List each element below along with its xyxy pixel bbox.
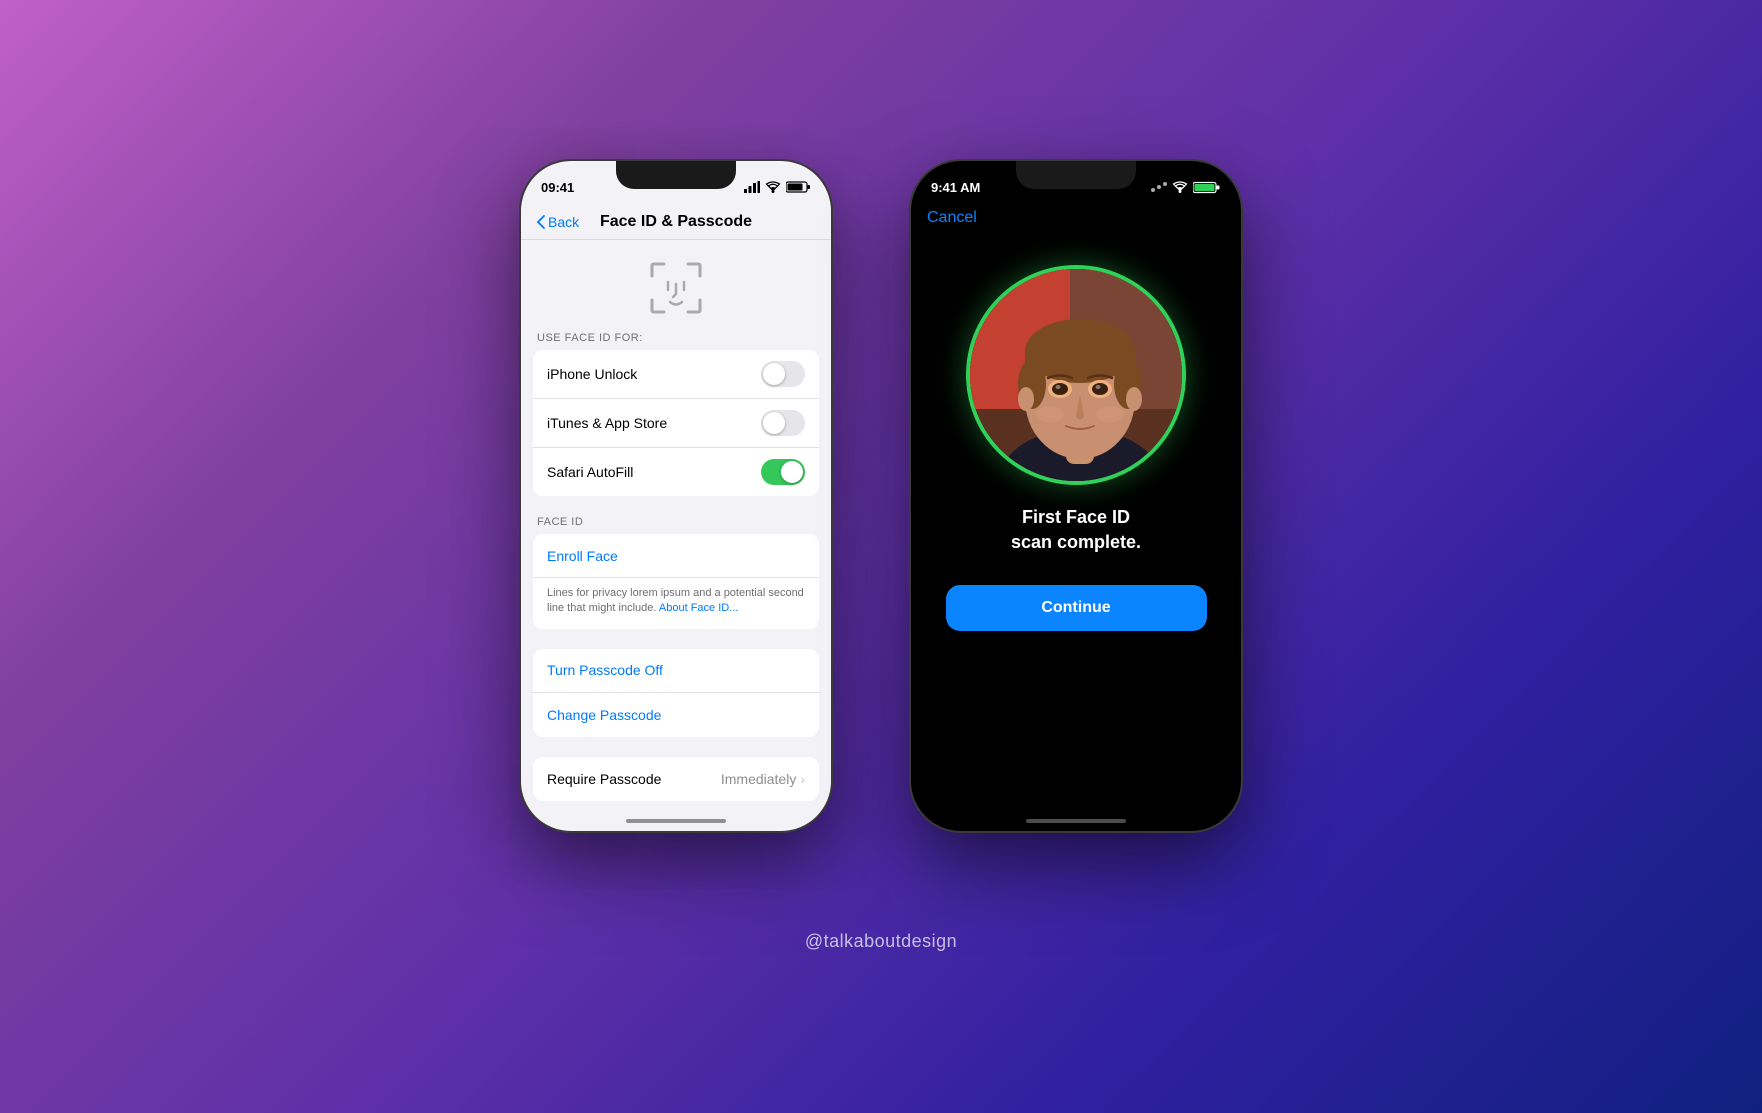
status-time-left: 09:41 [541, 180, 574, 195]
nav-bar-left: Back Face ID & Passcode [521, 205, 831, 240]
back-button[interactable]: Back [537, 214, 579, 230]
status-icons-right [1151, 181, 1221, 194]
face-photo [970, 269, 1182, 481]
face-id-icon-container [521, 240, 831, 328]
require-passcode-group: Require Passcode Immediately › [533, 757, 819, 801]
require-passcode-row[interactable]: Require Passcode Immediately › [533, 757, 819, 801]
phones-row: 09:41 [521, 161, 1241, 831]
watermark: @talkaboutdesign [805, 931, 957, 952]
privacy-text: Lines for privacy lorem ipsum and a pote… [533, 578, 819, 629]
turn-passcode-off-button[interactable]: Turn Passcode Off [533, 649, 819, 693]
phone-left: 09:41 [521, 161, 831, 831]
cancel-button[interactable]: Cancel [927, 209, 977, 227]
use-face-id-label: USE FACE ID FOR: [521, 328, 831, 350]
face-scan-area: First Face ID scan complete. Continue [911, 235, 1241, 651]
nav-title: Face ID & Passcode [600, 213, 752, 231]
face-svg [970, 269, 1182, 481]
screen-left: 09:41 [521, 161, 831, 831]
turn-passcode-off-label: Turn Passcode Off [547, 662, 663, 678]
about-face-id-link[interactable]: About Face ID... [659, 602, 738, 614]
status-time-right: 9:41 AM [931, 180, 980, 195]
screen-right: 9:41 AM [911, 161, 1241, 831]
itunes-label: iTunes & App Store [547, 415, 667, 431]
battery-icon [786, 181, 811, 193]
face-id-large-icon [644, 256, 708, 320]
signal-icon [744, 181, 760, 193]
toggle-knob-2 [763, 412, 785, 434]
scan-complete-line2: scan complete. [1011, 532, 1141, 552]
status-icons-left [744, 181, 811, 193]
phone-right: 9:41 AM [911, 161, 1241, 831]
toggle-knob-3 [781, 461, 803, 483]
use-face-id-group: iPhone Unlock iTunes & App Store [533, 350, 819, 496]
chevron-icon: › [800, 771, 805, 787]
change-passcode-label: Change Passcode [547, 707, 661, 723]
enroll-face-button[interactable]: Enroll Face [533, 534, 819, 578]
iphone-unlock-row: iPhone Unlock [533, 350, 819, 399]
iphone-unlock-toggle[interactable] [761, 361, 805, 387]
wifi-icon-dark [1172, 181, 1188, 193]
face-id-group: Enroll Face Lines for privacy lorem ipsu… [533, 534, 819, 629]
iphone-unlock-label: iPhone Unlock [547, 366, 637, 382]
face-id-section-label: FACE ID [521, 516, 831, 534]
require-passcode-value: Immediately › [721, 771, 805, 787]
battery-icon-dark [1193, 181, 1221, 194]
safari-autofill-label: Safari AutoFill [547, 464, 633, 480]
scan-complete-line1: First Face ID [1022, 507, 1130, 527]
require-passcode-current: Immediately [721, 771, 796, 787]
settings-content: USE FACE ID FOR: iPhone Unlock iTunes & … [521, 240, 831, 822]
safari-autofill-toggle[interactable] [761, 459, 805, 485]
itunes-toggle[interactable] [761, 410, 805, 436]
notch-left [616, 161, 736, 189]
safari-autofill-row: Safari AutoFill [533, 448, 819, 496]
toggle-knob [763, 363, 785, 385]
require-passcode-label: Require Passcode [547, 771, 661, 787]
notch-right [1016, 161, 1136, 189]
wifi-icon [765, 181, 781, 193]
main-container: 09:41 [521, 161, 1241, 952]
home-indicator-right [1026, 819, 1126, 823]
back-chevron-icon [537, 215, 545, 229]
back-label: Back [548, 214, 579, 230]
itunes-row: iTunes & App Store [533, 399, 819, 448]
face-circle [966, 265, 1186, 485]
scan-complete-text: First Face ID scan complete. [1011, 505, 1141, 555]
continue-button[interactable]: Continue [946, 585, 1207, 631]
change-passcode-button[interactable]: Change Passcode [533, 693, 819, 737]
signal-icon-dark [1151, 181, 1167, 193]
dark-nav: Cancel [911, 205, 1241, 235]
home-indicator-left [626, 819, 726, 823]
passcode-group: Turn Passcode Off Change Passcode [533, 649, 819, 737]
